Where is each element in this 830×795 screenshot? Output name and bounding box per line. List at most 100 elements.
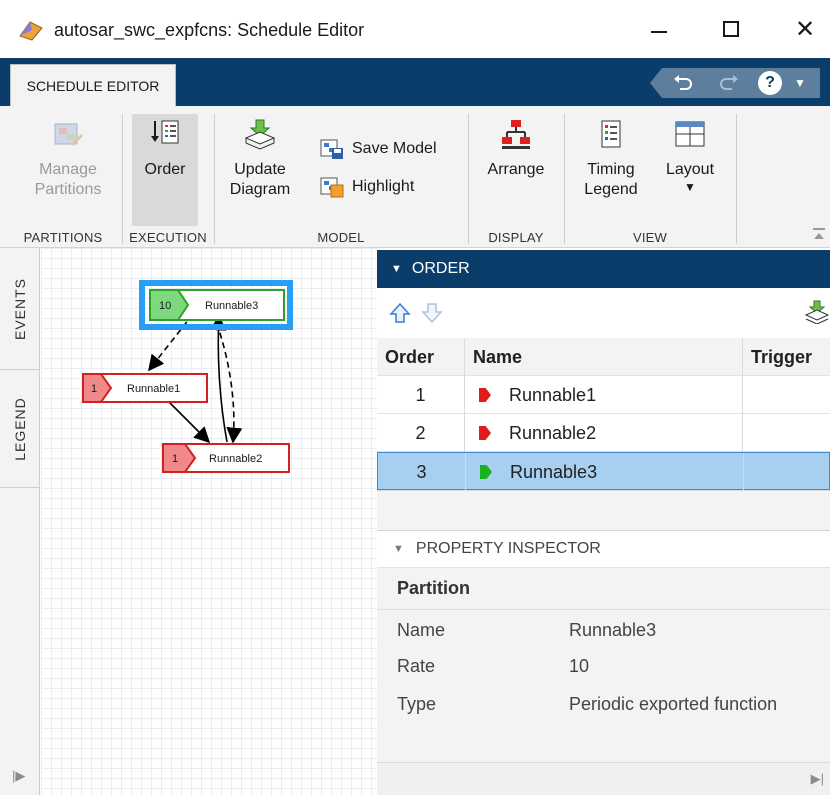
order-button[interactable]: Order (132, 118, 198, 180)
column-header-trigger[interactable]: Trigger (743, 338, 830, 376)
diagram-node-runnable2[interactable]: 1 Runnable2 (162, 443, 290, 473)
order-icon (151, 120, 179, 144)
highlight-button[interactable]: Highlight (320, 176, 414, 198)
save-model-icon (320, 139, 343, 159)
tab-legend[interactable]: LEGEND (0, 370, 40, 488)
column-header-name[interactable]: Name (465, 338, 743, 376)
table-header-row: Order Name Trigger (377, 338, 830, 376)
row-order: 2 (377, 414, 465, 452)
property-value-type: Periodic exported function (569, 694, 778, 714)
scroll-right-icon[interactable]: ▶| (811, 771, 824, 787)
timing-legend-button[interactable]: Timing Legend (578, 118, 644, 200)
manage-label-1: Manage (39, 161, 97, 178)
table-empty-area (377, 490, 830, 530)
close-button[interactable]: ✕ (774, 0, 830, 58)
diagram-node-runnable1[interactable]: 1 Runnable1 (82, 373, 208, 403)
update-label-2: Diagram (229, 181, 291, 198)
redo-icon[interactable] (716, 72, 742, 96)
edge-runnable1-to-runnable2 (168, 401, 211, 444)
highlight-icon (320, 177, 344, 198)
arrange-button[interactable]: Arrange (480, 118, 552, 180)
property-value-rate: 10 (569, 656, 590, 676)
node-rate-badge: 10 (159, 300, 171, 312)
periodic-marker-icon (480, 465, 492, 479)
separator (564, 114, 565, 244)
row-name-cell: Runnable2 (465, 414, 743, 452)
row-name: Runnable3 (510, 461, 598, 482)
schedule-diagram-canvas[interactable]: 10 Runnable3 1 Runnable1 1 Runnable2 (41, 248, 377, 795)
collapse-toolstrip-icon[interactable] (812, 226, 826, 242)
row-name-cell: Runnable1 (465, 376, 743, 414)
ribbon-tabstrip: SCHEDULE EDITOR ? ▼ (0, 58, 830, 106)
update-diagram-icon (244, 119, 276, 150)
inspector-section-title: Partition (397, 578, 471, 598)
help-menu-caret-icon[interactable]: ▼ (790, 72, 810, 94)
save-model-label: Save Model (352, 140, 437, 157)
row-order: 3 (378, 453, 466, 491)
table-row-selected[interactable]: 3 Runnable3 (377, 452, 830, 491)
events-tab-label: EVENTS (12, 277, 29, 340)
separator (736, 114, 737, 244)
tab-schedule-editor[interactable]: SCHEDULE EDITOR (10, 64, 176, 106)
table-row[interactable]: 2 Runnable2 (377, 414, 830, 452)
aperiodic-marker-icon (479, 388, 491, 402)
title-bar: autosar_swc_expfcns: Schedule Editor ✕ (0, 0, 830, 58)
tab-events[interactable]: EVENTS (0, 248, 40, 370)
table-row[interactable]: 1 Runnable1 (377, 376, 830, 414)
manage-partitions-button[interactable]: Manage Partitions (22, 118, 114, 200)
separator (122, 114, 123, 244)
arrange-icon (502, 120, 530, 149)
timing-label-2: Legend (584, 181, 638, 198)
edge-runnable3-to-runnable1 (148, 313, 194, 372)
row-order: 1 (377, 376, 465, 414)
diagram-node-runnable3[interactable]: 10 Runnable3 (139, 280, 293, 330)
arrow-down-icon[interactable] (421, 302, 443, 324)
update-diagram-button[interactable]: Update Diagram (228, 118, 292, 200)
section-label-execution: EXECUTION (129, 230, 207, 245)
row-trigger[interactable] (743, 414, 830, 452)
node-rate-badge: 1 (91, 383, 97, 395)
maximize-icon (723, 21, 739, 37)
edge-runnable2-to-runnable3 (210, 314, 228, 443)
save-model-button[interactable]: Save Model (320, 138, 437, 160)
layout-label: Layout (665, 161, 715, 178)
node-label: Runnable2 (209, 453, 262, 465)
property-key-name: Name (397, 620, 446, 640)
aperiodic-marker-icon (479, 426, 491, 440)
property-value-name: Runnable3 (569, 620, 657, 640)
minimize-button[interactable] (628, 0, 690, 58)
column-header-order[interactable]: Order (377, 338, 465, 376)
property-inspector-header[interactable]: ▼ PROPERTY INSPECTOR (377, 530, 830, 568)
order-panel-header[interactable]: ▼ ORDER (377, 250, 830, 288)
update-diagram-icon[interactable] (805, 300, 829, 324)
row-name: Runnable2 (509, 422, 597, 443)
maximize-button[interactable] (700, 0, 762, 58)
order-panel-title: ORDER (411, 260, 470, 277)
update-label-1: Update (234, 161, 286, 178)
layout-button[interactable]: Layout ▼ (658, 118, 722, 194)
highlight-label: Highlight (352, 178, 415, 195)
row-trigger[interactable] (744, 453, 830, 491)
section-label-model: MODEL (317, 230, 365, 245)
layout-dropdown-icon: ▼ (684, 180, 696, 194)
separator (468, 114, 469, 244)
section-label-partitions: PARTITIONS (23, 230, 103, 245)
row-trigger[interactable] (743, 376, 830, 414)
expand-panel-icon[interactable]: |▶ (12, 768, 25, 784)
side-tab-column: EVENTS LEGEND |▶ (0, 248, 40, 795)
timing-legend-icon (601, 120, 621, 148)
row-name-cell: Runnable3 (466, 453, 744, 491)
node-rate-badge: 1 (172, 453, 178, 465)
horizontal-scrollbar[interactable]: ▶| (377, 762, 830, 795)
help-icon[interactable]: ? (758, 71, 782, 95)
property-key-type: Type (397, 694, 437, 714)
separator (214, 114, 215, 244)
divider (377, 609, 830, 610)
close-icon: ✕ (794, 15, 816, 43)
node-label: Runnable1 (127, 383, 180, 395)
legend-tab-label: LEGEND (12, 396, 29, 461)
minimize-icon (651, 31, 667, 33)
manage-partitions-icon (54, 123, 83, 146)
arrow-up-icon[interactable] (389, 302, 411, 324)
undo-icon[interactable] (670, 72, 696, 96)
